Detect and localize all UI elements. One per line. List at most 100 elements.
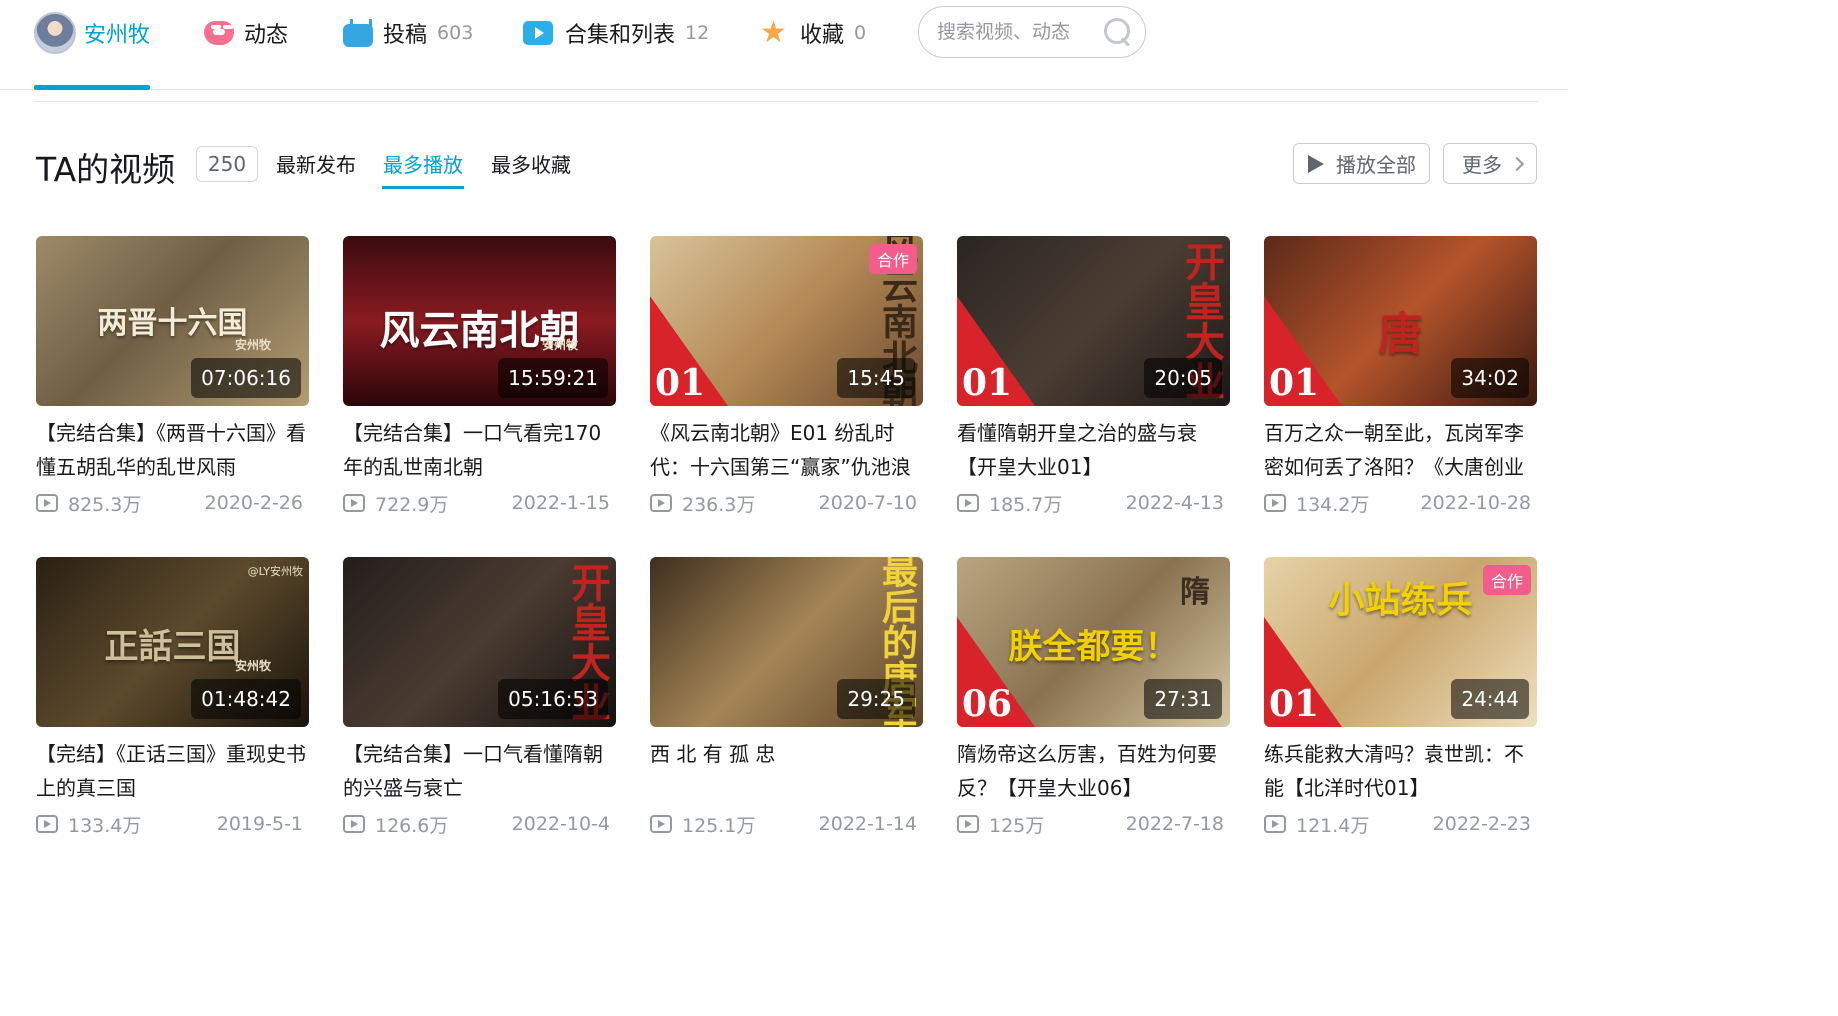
video-title[interactable]: 【完结合集】一口气看懂隋朝的兴盛与衰亡 bbox=[343, 737, 616, 805]
upload-date: 2022-10-4 bbox=[511, 813, 610, 835]
play-count: 125万 bbox=[989, 814, 1045, 837]
avatar bbox=[34, 12, 76, 54]
chevron-right-icon bbox=[1509, 156, 1525, 171]
tv-icon bbox=[343, 19, 373, 47]
video-title[interactable]: 西 北 有 孤 忠 bbox=[650, 737, 923, 805]
video-thumbnail[interactable]: 最后的唐军 29:25 bbox=[650, 557, 923, 727]
nav-uploads[interactable]: 投稿 603 bbox=[343, 10, 473, 56]
thumbnail-subtext: 安州牧 bbox=[234, 659, 271, 673]
search-icon[interactable] bbox=[1103, 17, 1133, 47]
nav-dynamic[interactable]: 动态 bbox=[204, 10, 288, 56]
sort-most-played[interactable]: 最多播放 bbox=[383, 149, 463, 178]
video-duration: 15:45 bbox=[837, 358, 915, 398]
video-title[interactable]: 隋炀帝这么厉害，百姓为何要反？【开皇大业06】 bbox=[957, 737, 1230, 805]
episode-number: 01 bbox=[1269, 683, 1320, 725]
video-thumbnail[interactable]: 正話三国 安州牧 @LY安州牧 01:48:42 bbox=[36, 557, 309, 727]
video-duration: 15:59:21 bbox=[498, 358, 608, 398]
nav-home[interactable]: 安州牧 bbox=[34, 10, 150, 56]
video-title[interactable]: 《风云南北朝》E01 纷乱时代：十六国第三“赢家”仇池浪 bbox=[650, 416, 923, 484]
play-count: 185.7万 bbox=[989, 493, 1063, 516]
playlist-icon bbox=[523, 19, 555, 47]
video-card: 小站练兵 01 合作 24:44 练兵能救大清吗？袁世凯：不能【北洋时代01】 121.4… bbox=[1264, 557, 1537, 847]
play-count-icon bbox=[36, 494, 58, 512]
video-title[interactable]: 看懂隋朝开皇之治的盛与衰【开皇大业01】 bbox=[957, 416, 1230, 484]
profile-nav: 安州牧 动态 投稿 603 合集和列表 12 ★ 收藏 0 bbox=[0, 0, 1568, 90]
nav-home-label: 安州牧 bbox=[84, 23, 151, 48]
video-thumbnail[interactable]: 唐 01 34:02 bbox=[1264, 236, 1537, 406]
play-count-icon bbox=[957, 815, 979, 833]
video-card: 风云南北朝 安州牧 15:59:21 【完结合集】一口气看完170年的乱世南北朝 722… bbox=[343, 236, 616, 526]
thumbnail-subtext: 安州牧 bbox=[234, 338, 271, 352]
video-thumbnail[interactable]: 风云南北朝 01 合作 15:45 bbox=[650, 236, 923, 406]
play-count: 236.3万 bbox=[682, 493, 756, 516]
video-title[interactable]: 【完结】《正话三国》重现史书上的真三国 bbox=[36, 737, 309, 805]
video-thumbnail[interactable]: 小站练兵 01 合作 24:44 bbox=[1264, 557, 1537, 727]
video-thumbnail[interactable]: 朕全都要！隋 06 27:31 bbox=[957, 557, 1230, 727]
sort-active-indicator bbox=[382, 186, 464, 189]
upload-date: 2022-2-23 bbox=[1432, 813, 1531, 835]
play-icon bbox=[1308, 154, 1324, 173]
video-meta: 236.3万 2020-7-10 bbox=[650, 490, 923, 516]
play-all-button[interactable]: 播放全部 bbox=[1293, 143, 1430, 184]
video-duration: 05:16:53 bbox=[498, 679, 608, 719]
play-count: 125.1万 bbox=[682, 814, 756, 837]
video-card: 最后的唐军 29:25 西 北 有 孤 忠 125.1万 2022-1-14 bbox=[650, 557, 923, 847]
video-count-badge: 250 bbox=[196, 146, 258, 182]
search-box bbox=[918, 6, 1146, 58]
video-thumbnail[interactable]: 开皇大业 05:16:53 bbox=[343, 557, 616, 727]
video-title[interactable]: 【完结合集】《两晋十六国》看懂五胡乱华的乱世风雨 bbox=[36, 416, 309, 484]
thumbnail-watermark: @LY安州牧 bbox=[247, 565, 303, 578]
episode-number: 01 bbox=[655, 362, 706, 404]
play-count: 126.6万 bbox=[375, 814, 449, 837]
episode-number: 01 bbox=[1269, 362, 1320, 404]
video-card: 开皇大业 01 20:05 看懂隋朝开皇之治的盛与衰【开皇大业01】 185.7万 202… bbox=[957, 236, 1230, 526]
video-meta: 134.2万 2022-10-28 bbox=[1264, 490, 1537, 516]
play-all-label: 播放全部 bbox=[1336, 153, 1416, 177]
video-duration: 34:02 bbox=[1451, 358, 1529, 398]
video-card: 风云南北朝 01 合作 15:45 《风云南北朝》E01 纷乱时代：十六国第三“赢家”仇… bbox=[650, 236, 923, 526]
play-count-icon bbox=[343, 815, 365, 833]
video-card: 两晋十六国 安州牧 07:06:16 【完结合集】《两晋十六国》看懂五胡乱华的乱世风雨… bbox=[36, 236, 309, 526]
play-count-icon bbox=[36, 815, 58, 833]
star-icon: ★ bbox=[760, 15, 787, 50]
episode-number: 06 bbox=[962, 683, 1013, 725]
video-meta: 133.4万 2019-5-1 bbox=[36, 811, 309, 837]
collab-badge: 合作 bbox=[1483, 565, 1531, 595]
play-count: 825.3万 bbox=[68, 493, 142, 516]
video-duration: 27:31 bbox=[1144, 679, 1222, 719]
more-button[interactable]: 更多 bbox=[1443, 143, 1537, 184]
video-meta: 126.6万 2022-10-4 bbox=[343, 811, 616, 837]
episode-number: 01 bbox=[962, 362, 1013, 404]
video-meta: 121.4万 2022-2-23 bbox=[1264, 811, 1537, 837]
nav-uploads-label: 投稿 bbox=[383, 23, 428, 48]
thumbnail-subtext: 隋 bbox=[1180, 575, 1210, 610]
video-title[interactable]: 练兵能救大清吗？袁世凯：不能【北洋时代01】 bbox=[1264, 737, 1537, 805]
divider bbox=[34, 101, 1538, 102]
nav-collections[interactable]: 合集和列表 12 bbox=[523, 10, 709, 56]
upload-date: 2022-7-18 bbox=[1125, 813, 1224, 835]
nav-dynamic-label: 动态 bbox=[244, 23, 289, 48]
play-count-icon bbox=[1264, 494, 1286, 512]
upload-date: 2020-2-26 bbox=[204, 492, 303, 514]
play-count: 722.9万 bbox=[375, 493, 449, 516]
video-title[interactable]: 百万之众一朝至此，瓦岗军李密如何丢了洛阳？《大唐创业 bbox=[1264, 416, 1537, 484]
video-thumbnail[interactable]: 开皇大业 01 20:05 bbox=[957, 236, 1230, 406]
nav-collections-label: 合集和列表 bbox=[565, 23, 676, 48]
video-thumbnail[interactable]: 两晋十六国 安州牧 07:06:16 bbox=[36, 236, 309, 406]
play-count: 133.4万 bbox=[68, 814, 142, 837]
nav-collections-count: 12 bbox=[685, 22, 710, 44]
nav-favorites[interactable]: ★ 收藏 0 bbox=[760, 10, 866, 56]
sort-most-favorited[interactable]: 最多收藏 bbox=[491, 149, 571, 178]
video-title[interactable]: 【完结合集】一口气看完170年的乱世南北朝 bbox=[343, 416, 616, 484]
video-thumbnail[interactable]: 风云南北朝 安州牧 15:59:21 bbox=[343, 236, 616, 406]
section-title: TA的视频 bbox=[36, 150, 176, 189]
upload-date: 2020-7-10 bbox=[818, 492, 917, 514]
play-count: 121.4万 bbox=[1296, 814, 1370, 837]
nav-favorites-label: 收藏 bbox=[800, 23, 845, 48]
search-input[interactable] bbox=[937, 21, 1097, 43]
video-duration: 24:44 bbox=[1451, 679, 1529, 719]
thumbnail-subtext: 安州牧 bbox=[541, 338, 578, 352]
video-meta: 825.3万 2020-2-26 bbox=[36, 490, 309, 516]
collab-badge: 合作 bbox=[869, 244, 917, 274]
sort-latest[interactable]: 最新发布 bbox=[276, 149, 356, 178]
